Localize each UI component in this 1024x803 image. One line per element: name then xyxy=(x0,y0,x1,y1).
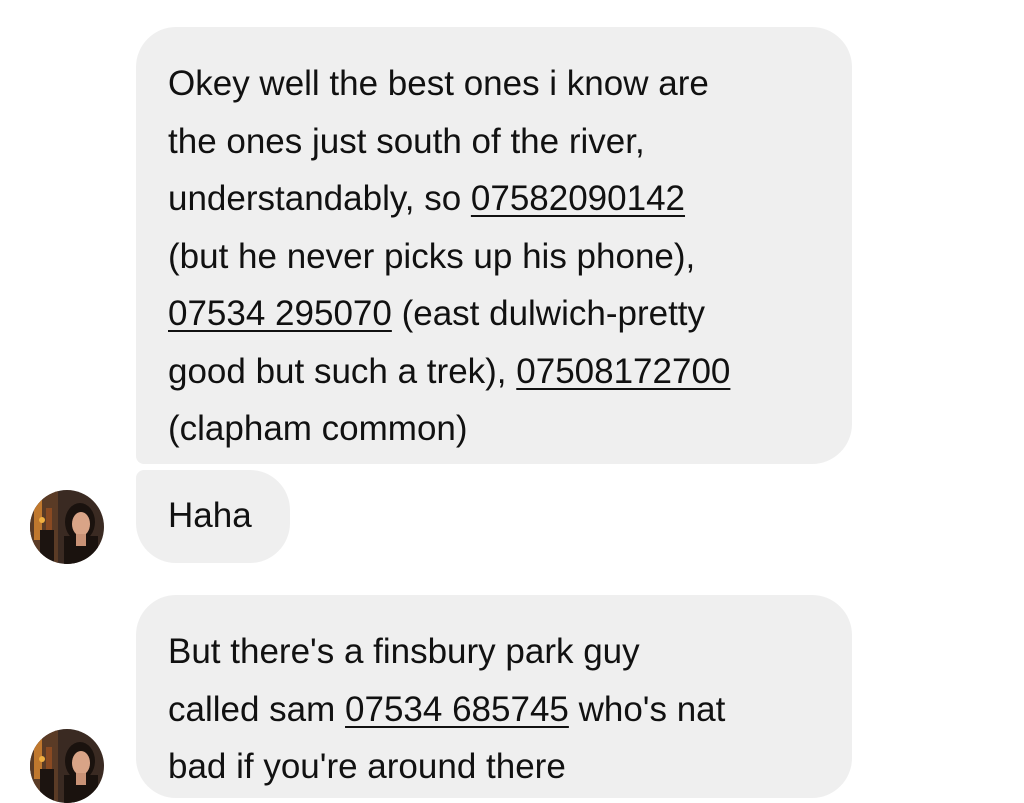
message-line: Okey well the best ones i know are xyxy=(168,55,818,113)
message-line: called sam 07534 685745 who's nat xyxy=(168,681,818,739)
message-line: (clapham common) xyxy=(168,400,818,458)
message-text: (clapham common) xyxy=(168,409,468,448)
message-line: 07534 295070 (east dulwich-pretty xyxy=(168,285,818,343)
message-text: understandably, so xyxy=(168,179,471,218)
message-bubble[interactable]: Haha xyxy=(136,470,290,563)
message-line: good but such a trek), 07508172700 xyxy=(168,343,818,401)
phone-number-link[interactable]: 07582090142 xyxy=(471,179,685,218)
message-bubble[interactable]: Okey well the best ones i know are the on… xyxy=(136,27,852,464)
message-text: (but he never picks up his phone), xyxy=(168,236,696,276)
phone-number-link[interactable]: 07534 295070 xyxy=(168,294,392,333)
phone-number-link[interactable]: 07508172700 xyxy=(516,352,730,391)
message-text: called sam xyxy=(168,689,346,729)
message-bubble[interactable]: But there's a finsbury park guy called sa… xyxy=(136,595,852,798)
contact-avatar-icon[interactable] xyxy=(30,729,104,803)
avatar-image xyxy=(30,490,104,564)
message-text: who's nat xyxy=(568,689,726,729)
message-text: the ones just south of the river, xyxy=(168,121,645,161)
message-thread: Okey well the best ones i know are the on… xyxy=(0,0,1024,803)
message-text: bad if you're around there xyxy=(168,747,566,786)
message-text: good but such a trek), xyxy=(168,351,517,391)
message-line: understandably, so 07582090142 xyxy=(168,170,818,228)
phone-number-link[interactable]: 07534 685745 xyxy=(345,690,569,729)
message-text: But there's a finsbury park guy xyxy=(168,632,640,671)
message-line: But there's a finsbury park guy xyxy=(168,623,818,681)
message-text: Haha xyxy=(168,496,252,535)
message-line: (but he never picks up his phone), xyxy=(168,228,818,286)
message-text: (east dulwich-pretty xyxy=(391,294,706,333)
message-line: Haha xyxy=(168,486,258,546)
contact-avatar-icon[interactable] xyxy=(30,490,104,564)
message-line: the ones just south of the river, xyxy=(168,113,818,171)
message-text: Okey well the best ones i know are xyxy=(168,64,709,103)
avatar-image xyxy=(30,729,104,803)
message-line: bad if you're around there xyxy=(168,738,818,796)
